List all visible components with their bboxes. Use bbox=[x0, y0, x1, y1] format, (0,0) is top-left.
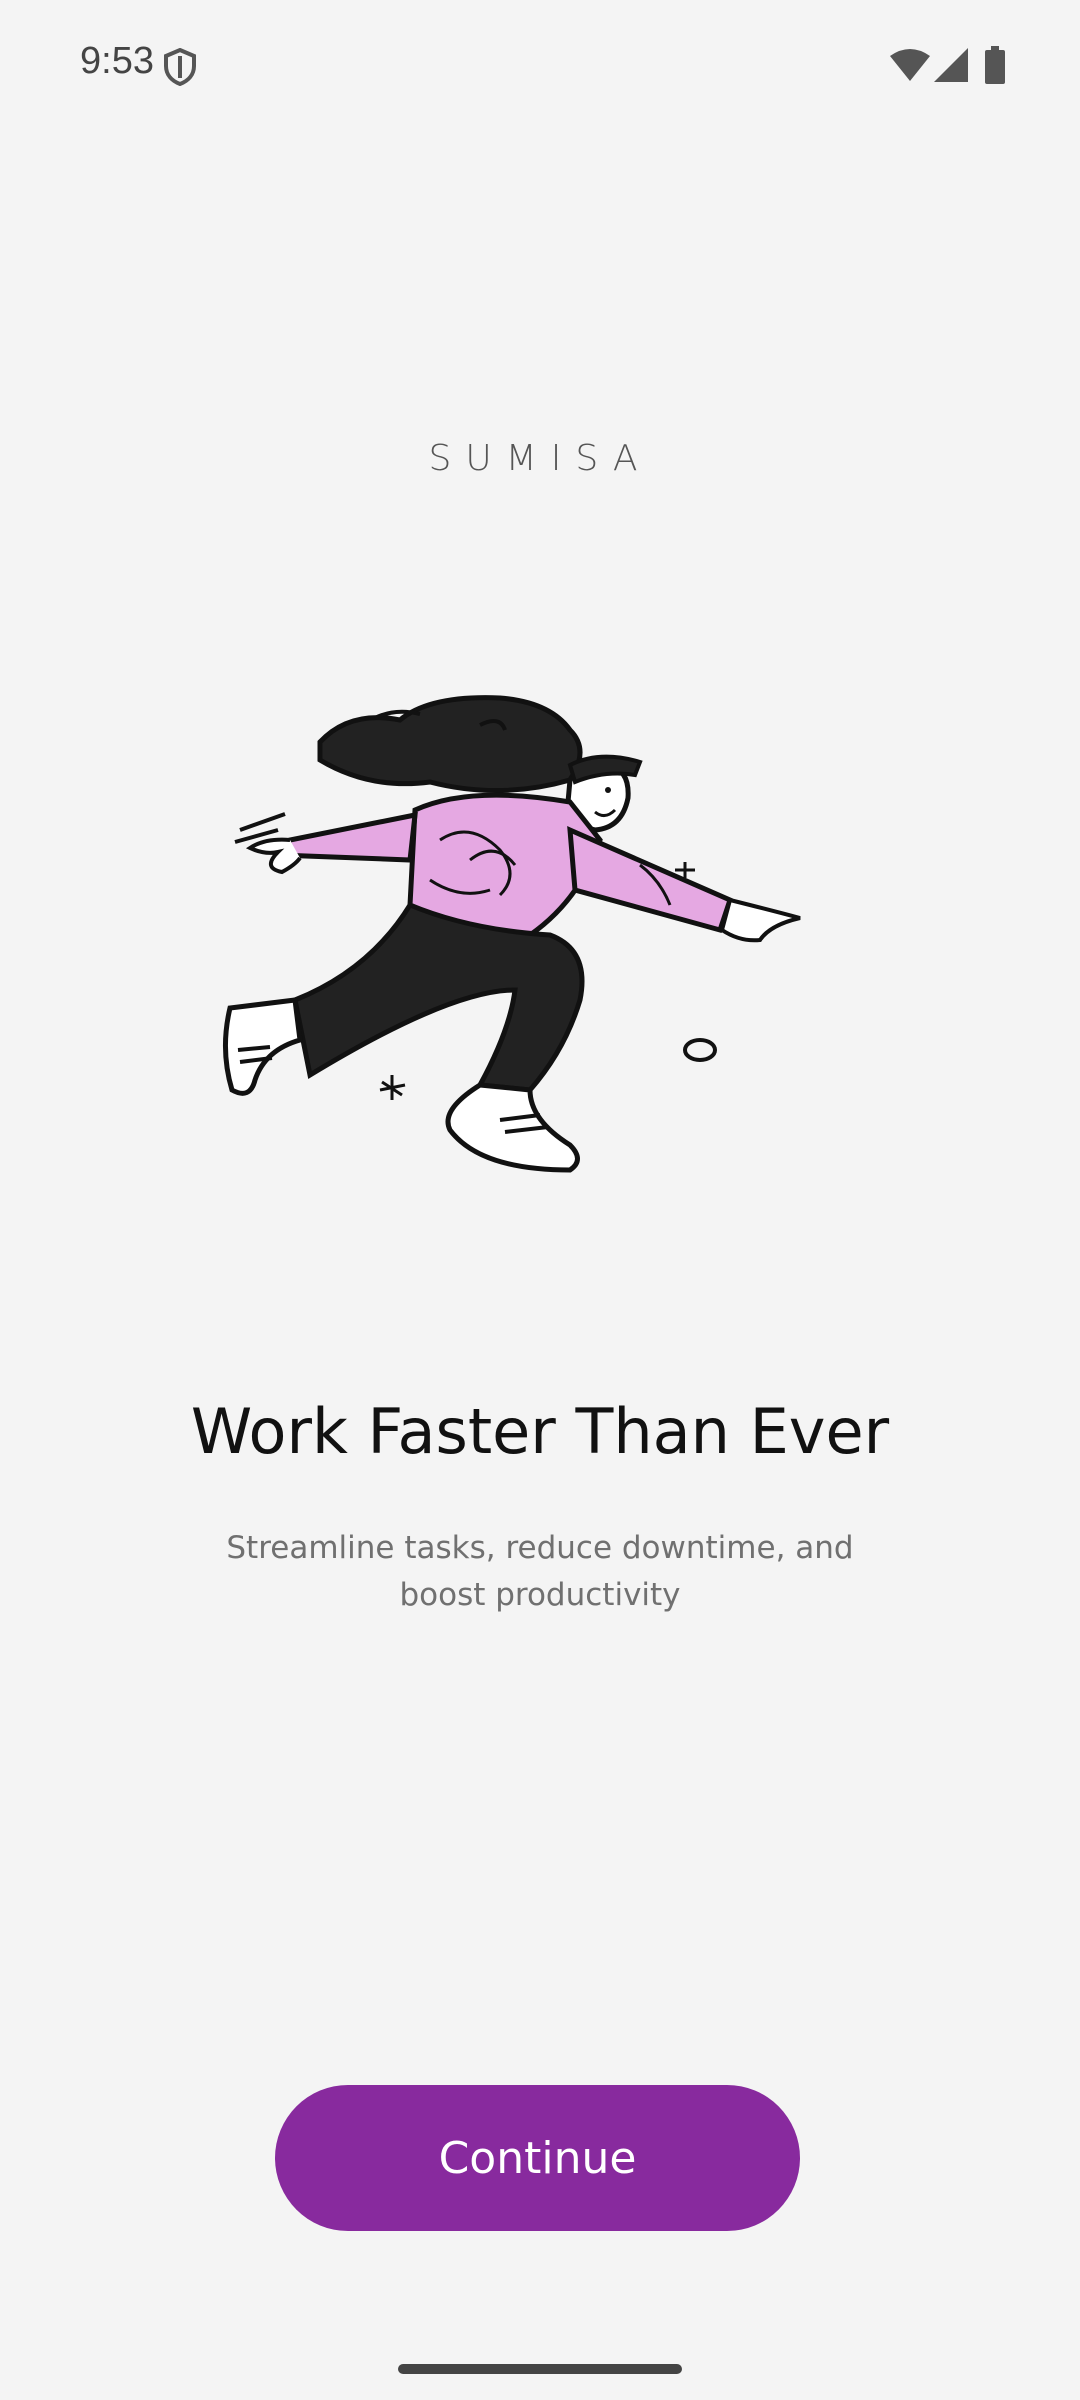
continue-button-label: Continue bbox=[438, 2132, 637, 2184]
home-indicator[interactable] bbox=[398, 2364, 682, 2374]
shield-icon bbox=[164, 48, 196, 86]
running-person-illustration bbox=[223, 695, 801, 1173]
signal-icon bbox=[934, 48, 968, 82]
onboarding-subtitle: Streamline tasks, reduce downtime, and b… bbox=[226, 1530, 854, 1613]
battery-icon bbox=[985, 46, 1005, 84]
status-bar: 9:53 bbox=[0, 0, 1080, 130]
continue-button[interactable]: Continue bbox=[275, 2085, 800, 2231]
status-time: 9:53 bbox=[80, 40, 154, 82]
wifi-icon bbox=[890, 49, 930, 81]
onboarding-headline: Work Faster Than Ever bbox=[190, 1395, 890, 1468]
brand-logo-text: SUMISA bbox=[428, 438, 652, 479]
